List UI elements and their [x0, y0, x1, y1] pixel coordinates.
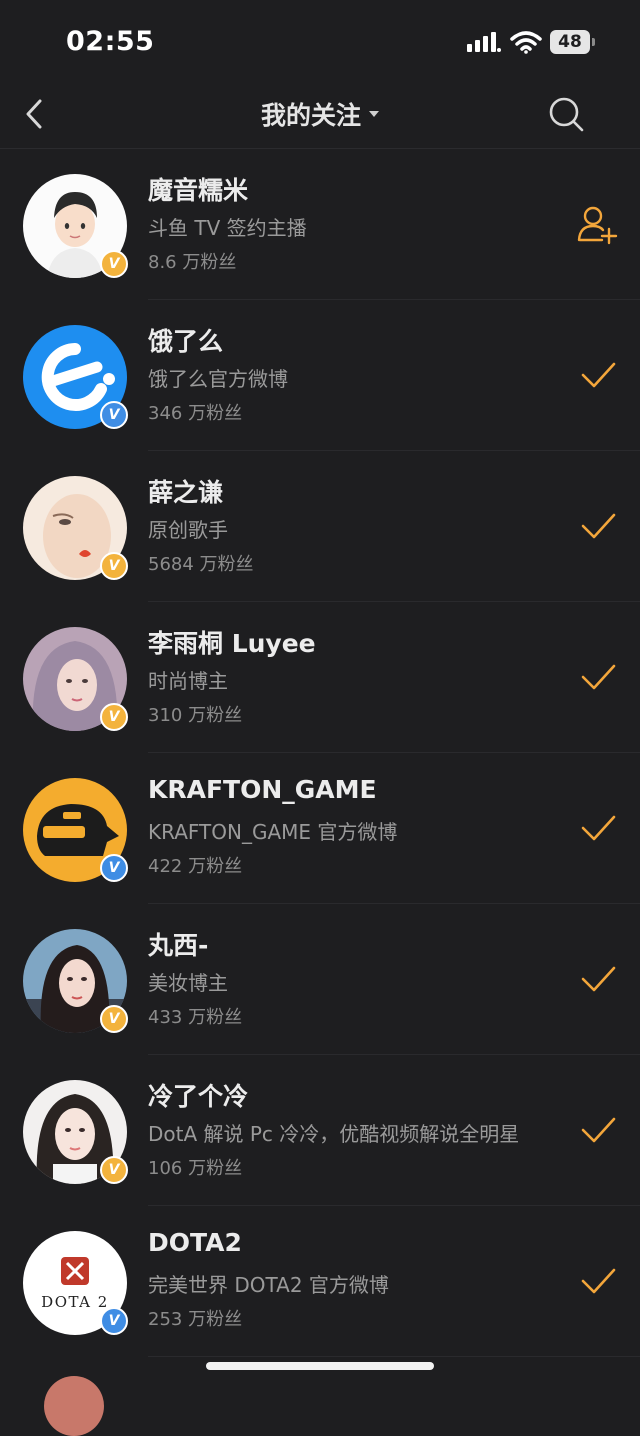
followed-check-icon[interactable]	[576, 806, 620, 850]
fan-count: 422 万粉丝	[148, 856, 243, 877]
search-icon[interactable]	[546, 94, 586, 134]
fan-count: 5684 万粉丝	[148, 554, 254, 575]
fan-count: 310 万粉丝	[148, 705, 243, 726]
verified-badge-icon: V	[100, 703, 128, 731]
home-indicator[interactable]	[206, 1362, 434, 1370]
battery-level: 48	[550, 30, 590, 54]
status-time: 02:55	[66, 26, 155, 57]
cellular-signal-icon	[467, 32, 501, 52]
wifi-icon	[510, 31, 542, 54]
verified-badge-icon: V	[100, 401, 128, 429]
user-description: KRAFTON_GAME 官方微博	[148, 820, 398, 844]
list-item[interactable]: V 李雨桐 Luyee 时尚博主 310 万粉丝	[0, 602, 640, 753]
verified-badge-icon: V	[100, 250, 128, 278]
user-name[interactable]: 魔音糯米	[148, 171, 248, 207]
status-bar: 02:55 48	[0, 0, 640, 86]
user-name[interactable]: 冷了个冷	[148, 1077, 248, 1113]
list-item[interactable]: DOTA 2 V DOTA2 完美世界 DOTA2 官方微博 253 万粉丝	[0, 1206, 640, 1357]
user-description: 原创歌手	[148, 518, 228, 542]
list-item[interactable]: V KRAFTON_GAME KRAFTON_GAME 官方微博 422 万粉丝	[0, 753, 640, 904]
user-name[interactable]: DOTA2	[148, 1228, 242, 1257]
battery-icon: 48	[550, 30, 598, 54]
user-description: DotA 解说 Pc 冷冷，优酷视频解说全明星	[148, 1122, 520, 1146]
followed-check-icon[interactable]	[576, 1259, 620, 1303]
fan-count: 253 万粉丝	[148, 1309, 243, 1330]
nav-bar: 我的关注	[0, 86, 640, 149]
user-description: 斗鱼 TV 签约主播	[148, 216, 307, 240]
user-name[interactable]: 丸西-	[148, 926, 208, 962]
fan-count: 433 万粉丝	[148, 1007, 243, 1028]
list-item[interactable]: V 冷了个冷 DotA 解说 Pc 冷冷，优酷视频解说全明星 106 万粉丝	[0, 1055, 640, 1206]
title-dropdown[interactable]: 我的关注	[0, 96, 640, 132]
followed-check-icon[interactable]	[576, 504, 620, 548]
partial-avatar[interactable]	[44, 1376, 104, 1436]
user-description: 饿了么官方微博	[148, 367, 288, 391]
verified-badge-icon: V	[100, 1307, 128, 1335]
user-name[interactable]: 饿了么	[148, 322, 223, 358]
page-title: 我的关注	[260, 101, 361, 130]
dota2-logo-text: DOTA 2	[41, 1293, 109, 1311]
user-description: 美妆博主	[148, 971, 228, 995]
followed-check-icon[interactable]	[576, 353, 620, 397]
list-item[interactable]: V 薛之谦 原创歌手 5684 万粉丝	[0, 451, 640, 602]
fan-count: 106 万粉丝	[148, 1158, 243, 1179]
follow-list: V 魔音糯米 斗鱼 TV 签约主播 8.6 万粉丝 V 饿了么 饿了么官方微博 …	[0, 149, 640, 1357]
fan-count: 346 万粉丝	[148, 403, 243, 424]
user-name[interactable]: 薛之谦	[148, 473, 223, 509]
user-name[interactable]: 李雨桐 Luyee	[148, 624, 316, 660]
fan-count: 8.6 万粉丝	[148, 252, 237, 273]
caret-down-icon	[369, 111, 379, 117]
followed-check-icon[interactable]	[576, 957, 620, 1001]
verified-badge-icon: V	[100, 854, 128, 882]
verified-badge-icon: V	[100, 552, 128, 580]
list-item[interactable]: V 饿了么 饿了么官方微博 346 万粉丝	[0, 300, 640, 451]
verified-badge-icon: V	[100, 1156, 128, 1184]
user-name[interactable]: KRAFTON_GAME	[148, 775, 377, 804]
list-item[interactable]: V 魔音糯米 斗鱼 TV 签约主播 8.6 万粉丝	[0, 149, 640, 300]
list-item[interactable]: V 丸西- 美妆博主 433 万粉丝	[0, 904, 640, 1055]
user-description: 完美世界 DOTA2 官方微博	[148, 1273, 389, 1297]
followed-check-icon[interactable]	[576, 655, 620, 699]
followed-check-icon[interactable]	[576, 1108, 620, 1152]
user-description: 时尚博主	[148, 669, 228, 693]
add-follow-icon[interactable]	[576, 202, 620, 246]
verified-badge-icon: V	[100, 1005, 128, 1033]
